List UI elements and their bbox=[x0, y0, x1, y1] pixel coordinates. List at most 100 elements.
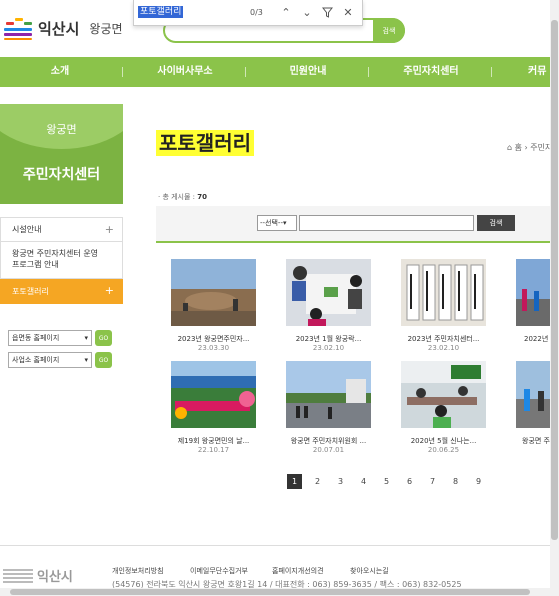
nav-item-civil-guide[interactable]: 민원안내 bbox=[263, 57, 353, 87]
gallery-item-date: 20.07.01 bbox=[312, 446, 345, 454]
gallery-item[interactable]: 2023년 왕궁면주민자... 23.03.30 bbox=[171, 259, 256, 352]
gallery-item-title[interactable]: 왕궁면 주민자치위원회 ... bbox=[286, 436, 371, 446]
gallery-item-title[interactable]: 2022년 bbox=[516, 334, 550, 344]
breadcrumb: ⌂ 홈 › 주민자 bbox=[507, 142, 552, 153]
gallery-thumbnail[interactable] bbox=[171, 361, 256, 428]
page-link-8[interactable]: 8 bbox=[448, 474, 463, 489]
chevron-down-icon: ▾ bbox=[282, 219, 287, 227]
site-search-button[interactable]: 검색 bbox=[373, 18, 405, 43]
town-homepage-select-value: 읍면동 홈페이지 bbox=[12, 334, 60, 342]
logo-mark-icon bbox=[4, 14, 34, 42]
footer-link-feedback[interactable]: 홈페이지개선의견 bbox=[272, 566, 324, 576]
logo-mark-icon bbox=[3, 568, 33, 583]
footer-link-privacy[interactable]: 개인정보처리방침 bbox=[112, 566, 164, 576]
gallery-item-date: 23.03.30 bbox=[197, 344, 230, 352]
office-homepage-select[interactable]: 사업소 홈페이지 ▾ bbox=[8, 352, 92, 368]
nav-item-cyber-office[interactable]: 사이버사무소 bbox=[140, 57, 230, 87]
horizontal-scrollbar-thumb[interactable] bbox=[10, 589, 530, 595]
main-nav: 소개 사이버사무소 민원안내 주민자치센터 커뮤 bbox=[0, 57, 559, 87]
gallery-thumbnail[interactable] bbox=[401, 361, 486, 428]
sidebar-item-program-guide[interactable]: 왕궁면 주민자치센터 운영 프로그램 안내 bbox=[0, 242, 123, 279]
gallery-item-date: 23.02.10 bbox=[427, 344, 460, 352]
gallery-item-title[interactable]: 2020년 5월 신나는... bbox=[401, 436, 486, 446]
gallery-thumbnail[interactable] bbox=[286, 361, 371, 428]
gallery-item[interactable]: 왕궁면 주 bbox=[516, 361, 550, 446]
gallery-item[interactable]: 왕궁면 주민자치위원회 ... 20.07.01 bbox=[286, 361, 371, 454]
vertical-scrollbar[interactable] bbox=[550, 0, 559, 596]
search-field-select[interactable]: --선택--▾ bbox=[257, 215, 297, 231]
nav-divider bbox=[491, 67, 492, 77]
page-link-2[interactable]: 2 bbox=[310, 474, 325, 489]
footer-logo: 익산시 bbox=[3, 566, 73, 585]
close-icon[interactable]: ✕ bbox=[341, 5, 355, 19]
gallery-thumbnail[interactable] bbox=[516, 259, 550, 326]
gallery-item[interactable]: 2022년 bbox=[516, 259, 550, 344]
total-posts: · 총 게시물 : 70 bbox=[158, 192, 207, 202]
district-name: 왕궁면 bbox=[89, 21, 123, 36]
total-posts-label: · 총 게시물 : bbox=[158, 193, 196, 201]
gallery-item-title[interactable]: 2023년 왕궁면주민자... bbox=[171, 334, 256, 344]
plus-icon: + bbox=[104, 223, 114, 236]
office-go-button[interactable]: GO bbox=[95, 352, 112, 368]
filter-icon[interactable] bbox=[320, 5, 334, 19]
nav-divider bbox=[245, 67, 246, 77]
find-input[interactable]: 포토갤러리 bbox=[138, 6, 184, 18]
nav-item-intro[interactable]: 소개 bbox=[20, 57, 100, 87]
gallery-item[interactable]: 제19회 왕궁면민의 날... 22.10.17 bbox=[171, 361, 256, 454]
chevron-down-icon: ▾ bbox=[84, 356, 88, 364]
page-link-9[interactable]: 9 bbox=[471, 474, 486, 489]
chevron-up-icon[interactable]: ⌃ bbox=[279, 5, 293, 19]
gallery-item-title[interactable]: 2023년 1월 왕궁락... bbox=[286, 334, 371, 344]
footer-link-directions[interactable]: 찾아오시는길 bbox=[350, 566, 389, 576]
sidebar-item-label: 시설안내 bbox=[12, 225, 42, 234]
gallery-item-date: 23.02.10 bbox=[312, 344, 345, 352]
nav-item-resident-center[interactable]: 주민자치센터 bbox=[385, 57, 477, 87]
office-homepage-select-value: 사업소 홈페이지 bbox=[12, 356, 60, 364]
page-link-5[interactable]: 5 bbox=[379, 474, 394, 489]
gallery-search-button[interactable]: 검색 bbox=[477, 215, 515, 231]
home-icon[interactable]: ⌂ bbox=[507, 143, 512, 152]
sidebar-item-label: 왕궁면 주민자치센터 운영 프로그램 안내 bbox=[12, 249, 99, 269]
page-link-3[interactable]: 3 bbox=[333, 474, 348, 489]
gallery-thumbnail[interactable] bbox=[401, 259, 486, 326]
breadcrumb-home[interactable]: 홈 bbox=[515, 143, 522, 152]
plus-icon: + bbox=[104, 284, 114, 297]
footer-link-email-policy[interactable]: 이메일무단수집거부 bbox=[190, 566, 248, 576]
gallery-thumbnail[interactable] bbox=[516, 361, 550, 428]
page-link-4[interactable]: 4 bbox=[356, 474, 371, 489]
total-posts-count: 70 bbox=[197, 193, 208, 201]
keyword-input[interactable] bbox=[299, 215, 474, 231]
gallery-item[interactable]: 2023년 1월 왕궁락... 23.02.10 bbox=[286, 259, 371, 352]
gallery-item-title[interactable]: 왕궁면 주 bbox=[516, 436, 550, 446]
vertical-scrollbar-thumb[interactable] bbox=[551, 20, 558, 540]
page-link-1[interactable]: 1 bbox=[287, 474, 302, 489]
page-link-7[interactable]: 7 bbox=[425, 474, 440, 489]
gallery-item-date: 22.10.17 bbox=[197, 446, 230, 454]
gallery-item[interactable]: 2023년 주민자치센터... 23.02.10 bbox=[401, 259, 486, 352]
gallery-thumbnail[interactable] bbox=[286, 259, 371, 326]
town-homepage-select[interactable]: 읍면동 홈페이지 ▾ bbox=[8, 330, 92, 346]
sidebar-subtitle: 왕궁면 bbox=[46, 123, 77, 136]
town-go-button[interactable]: GO bbox=[95, 330, 112, 346]
sidebar-item-photo-gallery[interactable]: 포토갤러리 + bbox=[0, 279, 123, 304]
sidebar-item-label: 포토갤러리 bbox=[12, 287, 49, 296]
find-count: 0/3 bbox=[250, 8, 263, 17]
search-field-select-value: --선택-- bbox=[260, 219, 283, 227]
chevron-right-icon: › bbox=[524, 143, 528, 152]
gallery-thumbnail[interactable] bbox=[171, 259, 256, 326]
site-name: 익산시 bbox=[38, 19, 80, 38]
page-link-6[interactable]: 6 bbox=[402, 474, 417, 489]
sidebar-header: 왕궁면 주민자치센터 bbox=[0, 104, 123, 204]
chevron-down-icon: ▾ bbox=[84, 334, 88, 342]
chevron-down-icon[interactable]: ⌄ bbox=[300, 5, 314, 19]
gallery-item-title[interactable]: 2023년 주민자치센터... bbox=[401, 334, 486, 344]
gallery-item-date: 20.06.25 bbox=[427, 446, 460, 454]
sidebar-title: 주민자치센터 bbox=[22, 167, 101, 183]
sidebar-item-facility[interactable]: 시설안내 + bbox=[0, 217, 123, 242]
horizontal-scrollbar[interactable] bbox=[0, 588, 552, 596]
gallery-item-title[interactable]: 제19회 왕궁면민의 날... bbox=[171, 436, 256, 446]
page-title: 포토갤러리 bbox=[156, 130, 254, 156]
nav-divider bbox=[368, 67, 369, 77]
gallery-item[interactable]: 2020년 5월 신나는... 20.06.25 bbox=[401, 361, 486, 454]
site-logo[interactable]: 익산시 왕궁면 bbox=[4, 14, 123, 42]
